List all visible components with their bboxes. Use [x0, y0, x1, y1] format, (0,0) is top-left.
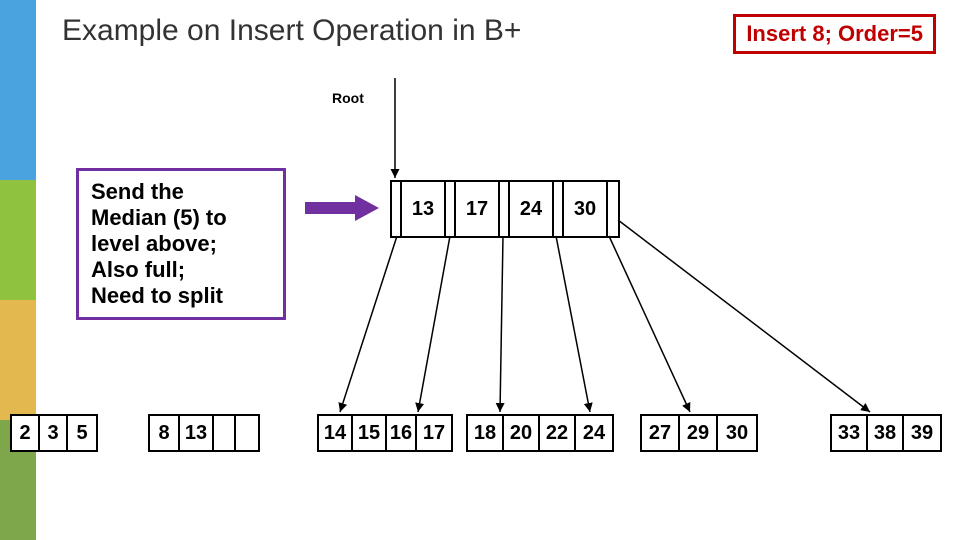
root-key: 24 [510, 182, 554, 236]
insert-operation-box: Insert 8; Order=5 [733, 14, 936, 54]
leaf-blank [214, 416, 236, 450]
note-line: Send the [91, 179, 271, 205]
leaf-key: 29 [680, 416, 718, 450]
leaf-key: 13 [180, 416, 214, 450]
leaf-key: 30 [718, 416, 756, 450]
root-node: 13 17 24 30 [390, 180, 620, 238]
note-line: Need to split [91, 283, 271, 309]
leaf-node-3: 18 20 22 24 [466, 414, 614, 452]
leaf-blank [236, 416, 258, 450]
leaf-key: 27 [642, 416, 680, 450]
leaf-key: 22 [540, 416, 576, 450]
sidebar-stripe-1 [0, 0, 36, 180]
sidebar-stripe-2 [0, 180, 36, 300]
leaf-key: 24 [576, 416, 612, 450]
leaf-key: 16 [387, 416, 417, 450]
leaf-key: 5 [68, 416, 96, 450]
leaf-key: 2 [12, 416, 40, 450]
leaf-key: 14 [319, 416, 353, 450]
leaf-key: 33 [832, 416, 868, 450]
leaf-node-0: 2 3 5 [10, 414, 98, 452]
root-key: 17 [456, 182, 500, 236]
leaf-key: 15 [353, 416, 387, 450]
leaf-node-5: 33 38 39 [830, 414, 942, 452]
root-key: 13 [402, 182, 446, 236]
note-line: Also full; [91, 257, 271, 283]
leaf-key: 20 [504, 416, 540, 450]
root-key: 30 [564, 182, 608, 236]
note-box: Send the Median (5) to level above; Also… [76, 168, 286, 320]
leaf-node-4: 27 29 30 [640, 414, 758, 452]
arrow-icon [305, 195, 379, 221]
leaf-key: 39 [904, 416, 940, 450]
note-line: Median (5) to [91, 205, 271, 231]
sidebar-stripe-3 [0, 300, 36, 420]
leaf-key: 8 [150, 416, 180, 450]
leaf-node-1: 8 13 [148, 414, 260, 452]
leaf-key: 3 [40, 416, 68, 450]
leaf-key: 38 [868, 416, 904, 450]
root-label: Root [332, 90, 364, 106]
leaf-key: 18 [468, 416, 504, 450]
leaf-node-2: 14 15 16 17 [317, 414, 453, 452]
note-line: level above; [91, 231, 271, 257]
leaf-key: 17 [417, 416, 451, 450]
slide-title: Example on Insert Operation in B+ [62, 14, 521, 48]
